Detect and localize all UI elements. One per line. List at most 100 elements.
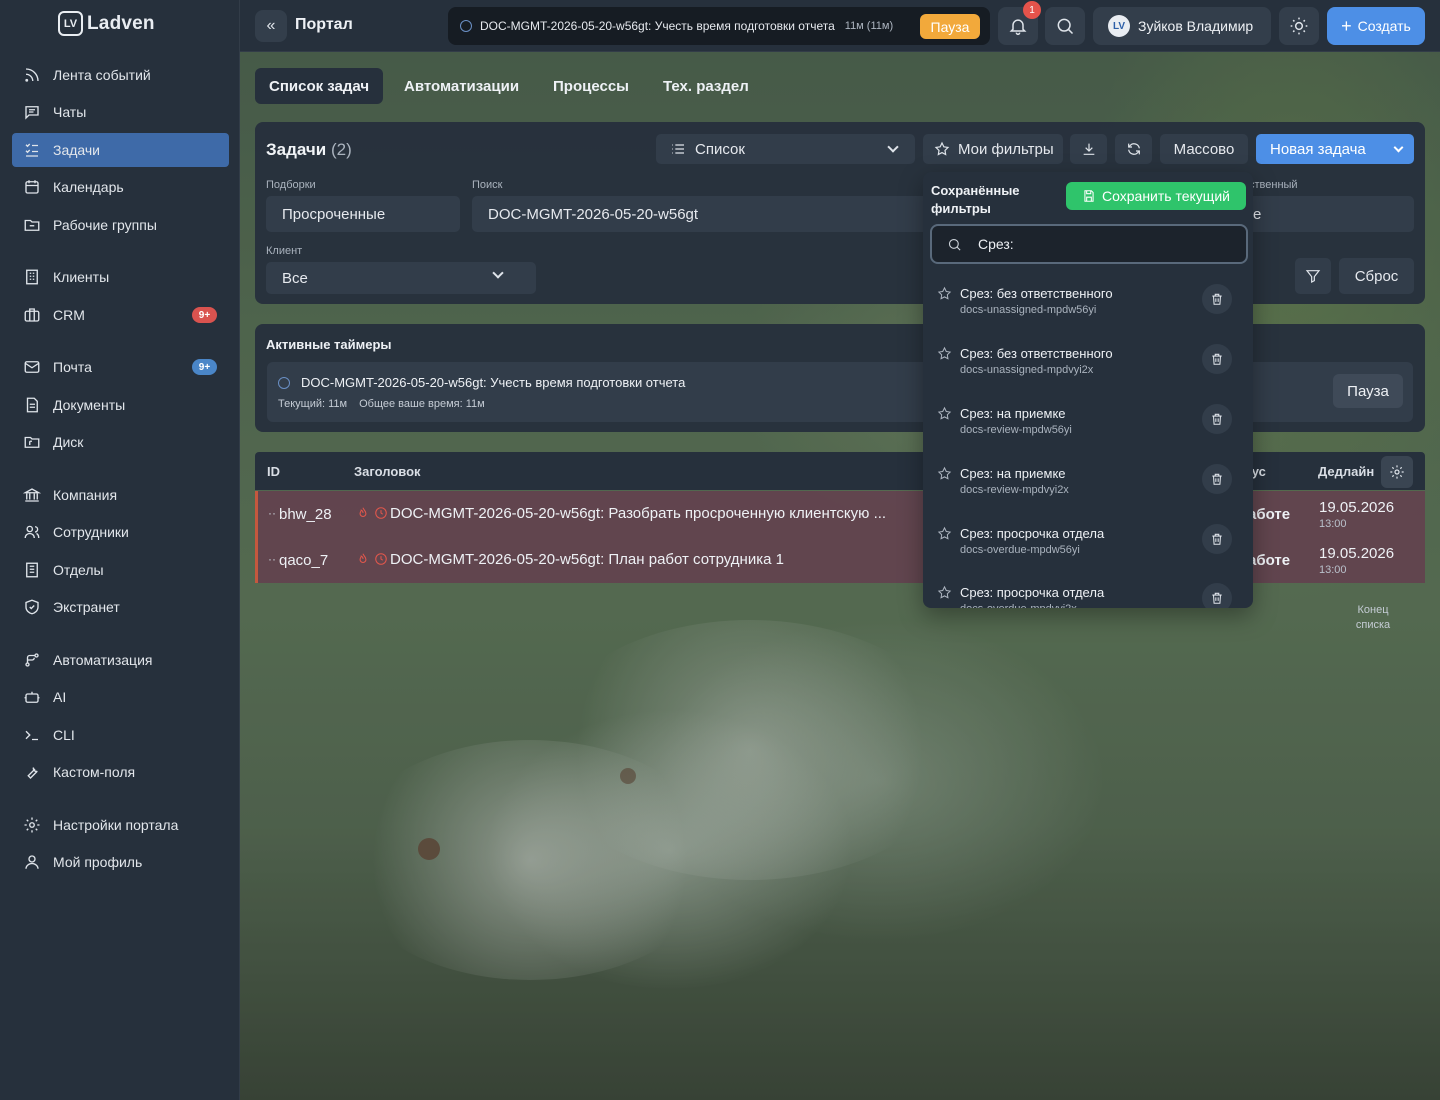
notifications-button[interactable]: 1: [998, 1, 1041, 45]
sidebar-item-workgroups[interactable]: Рабочие группы: [12, 208, 229, 242]
sidebar-item-clients[interactable]: Клиенты: [12, 260, 229, 294]
running-timer-chip[interactable]: DOC-MGMT-2026-05-20-w56gt: Учесть время …: [448, 7, 990, 45]
timer-time-text: 11м (11м): [844, 20, 894, 32]
delete-filter-button[interactable]: [1202, 284, 1232, 314]
download-button[interactable]: [1070, 134, 1107, 164]
logo[interactable]: LV Ladven: [58, 11, 155, 36]
saved-filter-item[interactable]: Срез: без ответственного docs-unassigned…: [923, 278, 1253, 338]
sidebar-item-ai[interactable]: AI: [12, 680, 229, 714]
trash-icon: [1212, 533, 1222, 545]
view-select[interactable]: Список: [656, 134, 915, 164]
column-deadline[interactable]: Дедлайн: [1318, 464, 1374, 479]
client-select[interactable]: Все: [266, 262, 536, 294]
delete-filter-button[interactable]: [1202, 404, 1232, 434]
tab-tech-section[interactable]: Тех. раздел: [649, 68, 763, 104]
collapse-sidebar-button[interactable]: «: [255, 10, 287, 42]
saved-filter-item[interactable]: Срез: без ответственного docs-unassigned…: [923, 338, 1253, 398]
timer-total: Общее ваше время: 11м: [359, 398, 485, 410]
saved-filter-slug: docs-review-mpdvyi2x: [960, 484, 1069, 496]
sidebar-item-calendar[interactable]: Календарь: [12, 170, 229, 204]
clock-icon: [278, 377, 290, 389]
star-icon[interactable]: [937, 526, 952, 541]
save-icon: [1084, 190, 1094, 202]
column-title[interactable]: Заголовок: [354, 464, 421, 479]
refresh-button[interactable]: [1115, 134, 1152, 164]
save-current-filter-button[interactable]: Сохранить текущий: [1066, 182, 1246, 210]
sidebar-item-portal-settings[interactable]: Настройки портала: [12, 808, 229, 842]
star-icon[interactable]: [937, 286, 952, 301]
saved-filter-item[interactable]: Срез: на приемке docs-review-mpdw56yi: [923, 398, 1253, 458]
delete-filter-button[interactable]: [1202, 583, 1232, 608]
drag-handle[interactable]: ··: [268, 506, 276, 520]
theme-toggle-button[interactable]: [1279, 7, 1319, 45]
task-title-link[interactable]: DOC-MGMT-2026-05-20-w56gt: Разобрать про…: [390, 505, 886, 522]
task-status: аботе: [1248, 506, 1291, 523]
save-current-label: Сохранить текущий: [1102, 188, 1230, 204]
create-button[interactable]: + Создать: [1327, 7, 1425, 45]
sidebar-item-label: CLI: [53, 727, 75, 743]
delete-filter-button[interactable]: [1202, 344, 1232, 374]
search-input[interactable]: DOC-MGMT-2026-05-20-w56gt: [472, 196, 932, 232]
my-filters-button[interactable]: Мои фильтры: [923, 134, 1063, 164]
trash-icon: [1212, 353, 1222, 365]
sidebar-item-crm[interactable]: CRM 9+: [12, 298, 229, 332]
user-menu[interactable]: LV Зуйков Владимир: [1093, 7, 1271, 45]
sidebar-item-disk[interactable]: Диск: [12, 425, 229, 459]
tasks-icon: [25, 143, 38, 157]
saved-filter-item[interactable]: Срез: просрочка отдела docs-overdue-mpdv…: [923, 577, 1253, 608]
notifications-count-badge: 1: [1023, 1, 1041, 19]
star-icon[interactable]: [937, 585, 952, 600]
sidebar-item-mail[interactable]: Почта 9+: [12, 350, 229, 384]
sidebar-item-automation[interactable]: Автоматизация: [12, 643, 229, 677]
task-title-link[interactable]: DOC-MGMT-2026-05-20-w56gt: План работ со…: [390, 551, 784, 568]
tab-processes[interactable]: Процессы: [539, 68, 643, 104]
sidebar-item-cli[interactable]: CLI: [12, 718, 229, 752]
reset-button[interactable]: Сброс: [1339, 258, 1414, 294]
responsible-select[interactable]: е: [1245, 196, 1414, 232]
saved-filter-name: Срез: просрочка отдела: [960, 526, 1105, 541]
wrench-icon: [27, 767, 38, 779]
new-task-dropdown-toggle[interactable]: [1382, 134, 1414, 164]
crm-count-badge: 9+: [192, 307, 217, 323]
active-timer-pause-button[interactable]: Пауза: [1333, 374, 1403, 408]
sidebar-item-departments[interactable]: Отделы: [12, 553, 229, 587]
sidebar-item-custom-fields[interactable]: Кастом-поля: [12, 755, 229, 789]
star-icon[interactable]: [937, 466, 952, 481]
timer-pause-button[interactable]: Пауза: [920, 14, 980, 39]
column-id[interactable]: ID: [267, 464, 280, 479]
search-button[interactable]: [1045, 7, 1085, 45]
filter-button[interactable]: [1295, 258, 1331, 294]
star-icon[interactable]: [937, 406, 952, 421]
sidebar: LV Ladven Лента событий Чаты Задачи Кале…: [0, 0, 240, 1100]
drag-handle[interactable]: ··: [268, 552, 276, 566]
active-timer-task[interactable]: DOC-MGMT-2026-05-20-w56gt: Учесть время …: [301, 375, 685, 390]
star-icon[interactable]: [937, 346, 952, 361]
delete-filter-button[interactable]: [1202, 524, 1232, 554]
sidebar-item-employees[interactable]: Сотрудники: [12, 515, 229, 549]
sidebar-item-my-profile[interactable]: Мой профиль: [12, 845, 229, 879]
sidebar-item-tasks[interactable]: Задачи: [12, 133, 229, 167]
sidebar-item-company[interactable]: Компания: [12, 478, 229, 512]
tab-automations[interactable]: Автоматизации: [390, 68, 533, 104]
download-icon: [1083, 143, 1094, 155]
new-task-button[interactable]: Новая задача: [1256, 134, 1414, 164]
sidebar-item-feed[interactable]: Лента событий: [12, 58, 229, 92]
sidebar-item-label: Настройки портала: [53, 817, 179, 833]
sidebar-item-extranet[interactable]: Экстранет: [12, 590, 229, 624]
saved-filter-item[interactable]: Срез: на приемке docs-review-mpdvyi2x: [923, 458, 1253, 518]
view-select-value: Список: [695, 140, 745, 158]
filter-icon: [1305, 270, 1321, 283]
sidebar-item-chats[interactable]: Чаты: [12, 95, 229, 129]
sidebar-item-documents[interactable]: Документы: [12, 388, 229, 422]
delete-filter-button[interactable]: [1202, 464, 1232, 494]
saved-filters-search-input[interactable]: Срез:: [930, 224, 1248, 264]
saved-filter-item[interactable]: Срез: просрочка отдела docs-overdue-mpdw…: [923, 518, 1253, 578]
table-settings-button[interactable]: [1381, 456, 1413, 488]
sidebar-item-label: Рабочие группы: [53, 217, 157, 233]
collections-select[interactable]: Просроченные: [266, 196, 460, 232]
bulk-button[interactable]: Массово: [1160, 134, 1248, 164]
tab-task-list[interactable]: Список задач: [255, 68, 384, 104]
gear-icon: [24, 817, 40, 833]
task-flags: [356, 552, 388, 566]
new-task-label: Новая задача: [1270, 140, 1366, 158]
